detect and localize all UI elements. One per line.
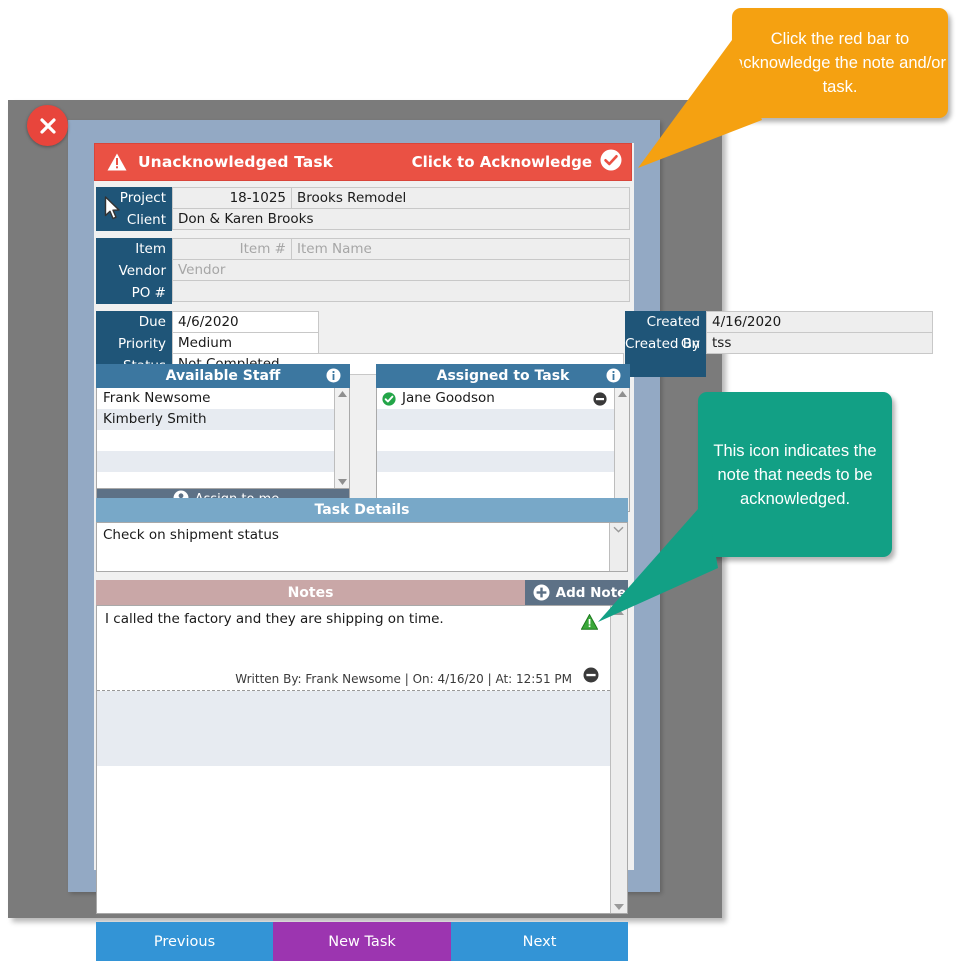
task-details-body: Check on shipment status — [96, 522, 628, 572]
label-priority: Priority — [117, 336, 166, 352]
close-icon — [39, 117, 56, 134]
notes-scrollbar[interactable] — [610, 606, 627, 913]
notes-list: I called the factory and they are shippi… — [97, 606, 610, 913]
assigned-staff-header: Assigned to Task — [376, 364, 630, 388]
green-callout-tail — [598, 500, 718, 622]
po-field[interactable] — [172, 280, 630, 302]
available-staff-rows: Frank Newsome Kimberly Smith — [97, 388, 334, 488]
available-staff-body: Frank Newsome Kimberly Smith — [96, 388, 350, 489]
created-by-field: tss — [706, 332, 933, 354]
list-item[interactable] — [97, 451, 334, 472]
list-item[interactable]: Jane Goodson — [377, 388, 614, 409]
label-po: PO # — [131, 285, 166, 301]
priority-field[interactable]: Medium — [172, 332, 319, 354]
scroll-up-arrow-icon — [337, 391, 347, 397]
scroll-down-arrow-icon — [337, 479, 347, 485]
note-row[interactable]: I called the factory and they are shippi… — [97, 606, 610, 691]
green-check-icon — [382, 391, 396, 406]
label-due: Due — [138, 314, 166, 330]
info-icon[interactable] — [326, 368, 341, 387]
unacknowledged-task-bar[interactable]: Unacknowledged Task Click to Acknowledge — [94, 143, 632, 181]
assigned-staff-body: Jane Goodson — [376, 388, 630, 512]
scroll-up-arrow-icon — [617, 391, 627, 397]
task-details-text[interactable]: Check on shipment status — [97, 523, 609, 571]
list-item[interactable] — [97, 430, 334, 451]
item-number-field[interactable]: Item # — [172, 238, 292, 260]
task-dialog-inner: Unacknowledged Task Click to Acknowledge… — [94, 143, 933, 961]
task-dialog: Unacknowledged Task Click to Acknowledge… — [68, 120, 933, 961]
list-item[interactable]: Kimberly Smith — [97, 409, 334, 430]
staff-name: Kimberly Smith — [103, 411, 207, 427]
note-meta: Written By: Frank Newsome | On: 4/16/20 … — [235, 672, 572, 686]
staff-name: Jane Goodson — [402, 390, 495, 406]
item-group: Item Vendor PO # Item # Item Name Vendor — [96, 238, 630, 304]
assigned-staff-panel: Assigned to Task Jane Goodson — [376, 364, 630, 512]
previous-button[interactable]: Previous — [96, 922, 273, 961]
label-item: Item — [135, 241, 166, 257]
due-field[interactable]: 4/6/2020 — [172, 311, 319, 333]
warning-triangle-icon — [107, 153, 127, 171]
list-item[interactable] — [377, 430, 614, 451]
new-task-button[interactable]: New Task — [273, 922, 451, 961]
label-project: Project — [119, 190, 166, 206]
project-group: Project Client 18-1025 Brooks Remodel Do… — [96, 187, 630, 231]
notes-header: Notes Add Note — [96, 580, 628, 605]
staff-name: Frank Newsome — [103, 390, 211, 406]
notes-body: I called the factory and they are shippi… — [96, 605, 628, 914]
remove-circle-icon[interactable] — [583, 667, 599, 687]
next-button[interactable]: Next — [451, 922, 628, 961]
list-item[interactable] — [377, 472, 614, 493]
check-circle-icon[interactable] — [600, 149, 622, 175]
remove-circle-icon[interactable] — [593, 391, 607, 406]
list-item[interactable]: Frank Newsome — [97, 388, 334, 409]
project-name-field[interactable]: Brooks Remodel — [291, 187, 630, 209]
available-staff-title: Available Staff — [165, 368, 281, 384]
label-created-by: Created By — [625, 336, 700, 352]
available-staff-header: Available Staff — [96, 364, 350, 388]
info-icon[interactable] — [606, 368, 621, 387]
ack-bar-action-group[interactable]: Click to Acknowledge — [412, 149, 622, 175]
orange-callout-tail — [638, 40, 762, 168]
task-form: Project Client 18-1025 Brooks Remodel Do… — [96, 187, 933, 384]
staff-panels: Available Staff Frank Newsome Kimberly S… — [96, 364, 630, 512]
vendor-field[interactable]: Vendor — [172, 259, 630, 281]
client-field[interactable]: Don & Karen Brooks — [172, 208, 630, 230]
close-button[interactable] — [27, 105, 68, 146]
ack-bar-action-label: Click to Acknowledge — [411, 153, 592, 171]
available-staff-scrollbar[interactable] — [334, 388, 349, 488]
created-on-field: 4/16/2020 — [706, 311, 933, 333]
scroll-down-arrow-icon — [614, 904, 624, 910]
list-item[interactable] — [377, 409, 614, 430]
notes-title: Notes — [96, 580, 525, 605]
item-labels: Item Vendor PO # — [96, 238, 172, 304]
available-staff-panel: Available Staff Frank Newsome Kimberly S… — [96, 364, 350, 512]
task-details-title: Task Details — [314, 502, 410, 518]
note-row-empty[interactable] — [97, 691, 610, 766]
task-details-header: Task Details — [96, 498, 628, 522]
project-labels: Project Client — [96, 187, 172, 231]
project-number-field[interactable]: 18-1025 — [172, 187, 292, 209]
label-created-on: Created On — [646, 314, 700, 352]
note-text: I called the factory and they are shippi… — [105, 611, 444, 627]
label-client: Client — [126, 212, 166, 228]
plus-circle-icon — [533, 584, 550, 601]
dates-right-labels: Created On Created By — [625, 311, 706, 377]
item-name-field[interactable]: Item Name — [291, 238, 630, 260]
assigned-staff-title: Assigned to Task — [436, 368, 570, 384]
list-item[interactable] — [377, 451, 614, 472]
dialog-footer: Previous New Task Next — [96, 922, 628, 961]
ack-bar-title: Unacknowledged Task — [138, 153, 334, 171]
assigned-staff-rows: Jane Goodson — [377, 388, 614, 511]
label-vendor: Vendor — [118, 263, 166, 279]
